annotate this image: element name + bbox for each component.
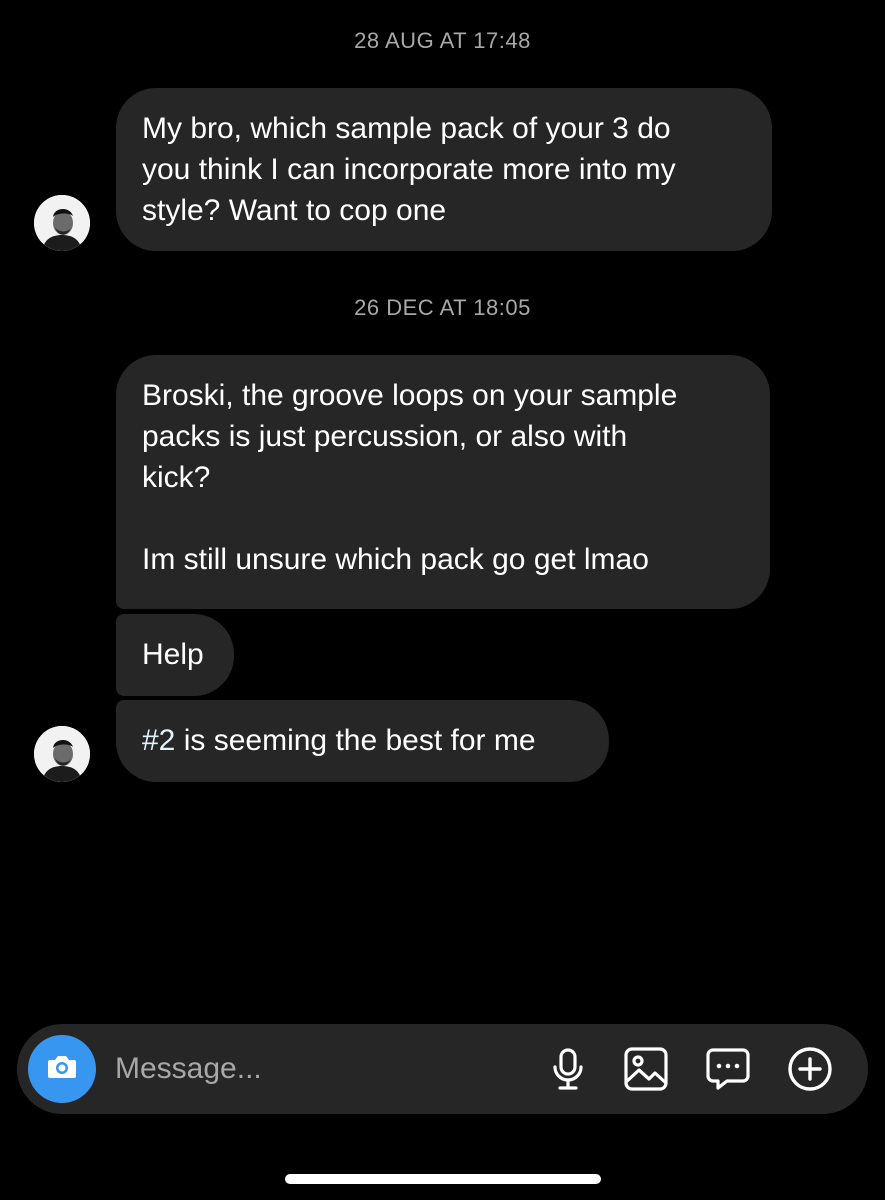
gallery-icon[interactable] [623, 1046, 669, 1092]
timestamp: 28 AUG AT 17:48 [354, 28, 531, 53]
message-bubble[interactable]: #2 is seeming the best for me [116, 700, 609, 782]
message-bubble[interactable]: Help [116, 614, 234, 696]
microphone-icon[interactable] [545, 1046, 591, 1092]
message-bubble[interactable]: Broski, the groove loops on your sample … [116, 355, 770, 609]
dm-thread-screen: 28 AUG AT 17:48 My bro, which sample pac… [0, 0, 885, 1200]
message-bubble[interactable]: My bro, which sample pack of your 3 do y… [116, 88, 772, 251]
sticker-icon[interactable] [705, 1046, 751, 1092]
add-icon[interactable] [787, 1046, 833, 1092]
message-input[interactable] [115, 1046, 515, 1092]
sender-avatar[interactable] [34, 195, 90, 251]
sender-avatar[interactable] [34, 726, 90, 782]
camera-button[interactable] [28, 1035, 96, 1103]
message-text: is seeming the best for me [175, 724, 536, 757]
hashtag-link[interactable]: #2 [142, 724, 175, 757]
timestamp: 26 DEC AT 18:05 [354, 295, 531, 320]
message-composer [17, 1024, 868, 1114]
home-indicator[interactable] [285, 1174, 601, 1184]
camera-icon [44, 1049, 80, 1090]
